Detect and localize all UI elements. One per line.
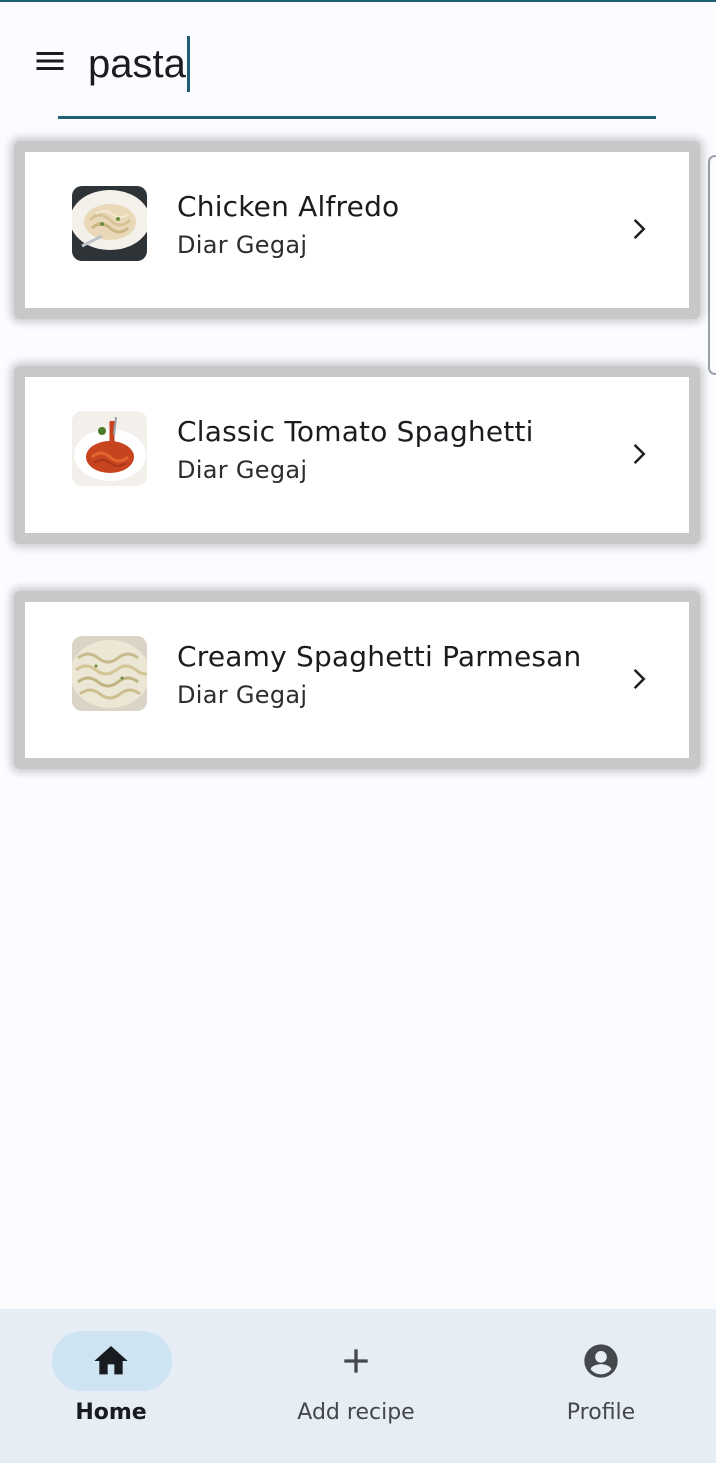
home-icon [91,1341,131,1381]
nav-item-profile[interactable]: Profile [478,1309,716,1463]
menu-button[interactable] [22,38,78,88]
chevron-right-icon[interactable] [623,214,653,244]
nav-item-home[interactable]: Home [0,1309,238,1463]
search-underline [58,116,656,119]
nav-label-add-recipe: Add recipe [297,1400,415,1425]
recipe-author: Diar Gegaj [177,456,308,484]
recipe-title: Chicken Alfredo [177,190,400,223]
recipe-card-body[interactable]: Classic Tomato Spaghetti Diar Gegaj [25,377,689,533]
status-accent-line [0,0,716,2]
recipe-author: Diar Gegaj [177,231,308,259]
nav-item-add-recipe[interactable]: Add recipe [238,1309,476,1463]
app-screen: pasta Chicken Alfredo Diar Gegaj Classic… [0,0,716,1463]
recipe-title: Creamy Spaghetti Parmesan [177,640,582,673]
recipe-card[interactable]: Classic Tomato Spaghetti Diar Gegaj [14,366,700,544]
recipe-card[interactable]: Creamy Spaghetti Parmesan Diar Gegaj [14,591,700,769]
recipe-thumbnail [72,411,147,486]
nav-label-home: Home [75,1400,147,1425]
chevron-right-icon[interactable] [623,664,653,694]
recipe-card-body[interactable]: Chicken Alfredo Diar Gegaj [25,152,689,308]
scroll-indicator[interactable] [708,155,716,375]
recipe-card-body[interactable]: Creamy Spaghetti Parmesan Diar Gegaj [25,602,689,758]
recipe-thumbnail [72,636,147,711]
recipe-card[interactable]: Chicken Alfredo Diar Gegaj [14,141,700,319]
search-query-text: pasta [88,42,186,86]
recipe-thumbnail [72,186,147,261]
plus-icon [336,1341,376,1381]
hamburger-menu-icon [32,43,68,83]
nav-label-profile: Profile [566,1400,636,1425]
recipe-title: Classic Tomato Spaghetti [177,415,534,448]
text-caret [186,36,190,92]
chevron-right-icon[interactable] [623,439,653,469]
recipe-author: Diar Gegaj [177,681,308,709]
account-circle-icon [581,1341,621,1381]
search-input[interactable]: pasta [88,34,648,94]
bottom-navigation: Home Add recipe Profile [0,1309,716,1463]
